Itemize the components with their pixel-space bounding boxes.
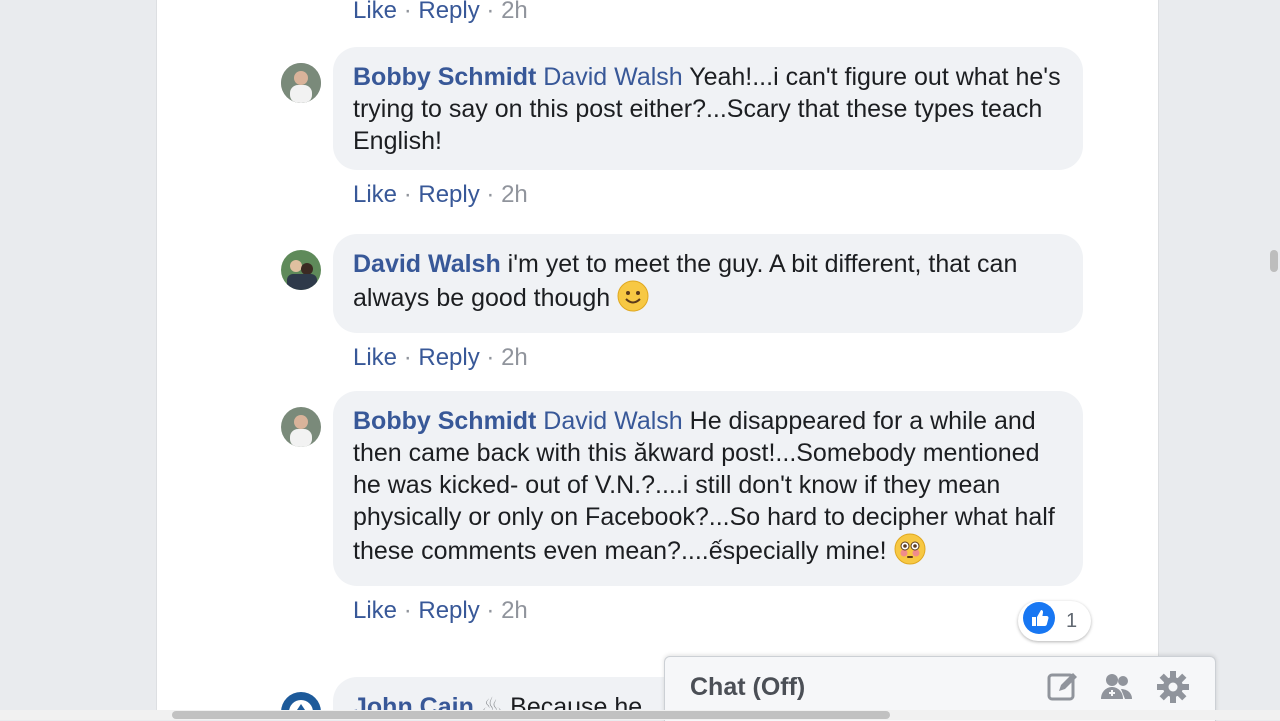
comment bbox=[281, 63, 321, 103]
separator: · bbox=[403, 181, 412, 208]
author-name[interactable]: Bobby Schmidt bbox=[353, 63, 536, 91]
timestamp[interactable]: 2h bbox=[501, 344, 528, 371]
chat-title[interactable]: Chat (Off) bbox=[690, 673, 805, 702]
reaction-count: 1 bbox=[1066, 609, 1078, 632]
reaction-summary[interactable]: 1 bbox=[1018, 601, 1092, 641]
reply-link[interactable]: Reply bbox=[418, 344, 479, 371]
tagged-user[interactable]: David Walsh bbox=[543, 407, 682, 435]
create-group-icon[interactable] bbox=[1099, 669, 1135, 705]
timestamp[interactable]: 2h bbox=[501, 181, 528, 208]
comment-bubble: Bobby Schmidt David Walsh He disappeared… bbox=[333, 391, 1083, 586]
comment-body: Bobby Schmidt David Walsh Yeah!...i can'… bbox=[333, 47, 1093, 212]
comment-actions: Like · Reply · 2h bbox=[353, 0, 528, 28]
separator: · bbox=[403, 344, 412, 371]
comment-actions: Like · Reply · 2h bbox=[333, 594, 1093, 628]
new-message-icon[interactable] bbox=[1045, 669, 1081, 705]
timestamp[interactable]: 2h bbox=[501, 0, 528, 24]
comment-bubble: David Walsh i'm yet to meet the guy. A b… bbox=[333, 234, 1083, 333]
like-link[interactable]: Like bbox=[353, 344, 397, 371]
comment bbox=[281, 250, 321, 290]
comment bbox=[281, 407, 321, 447]
author-name[interactable]: Bobby Schmidt bbox=[353, 407, 536, 435]
separator: · bbox=[486, 0, 495, 24]
avatar[interactable] bbox=[281, 407, 321, 447]
like-link[interactable]: Like bbox=[353, 181, 397, 208]
separator: · bbox=[403, 597, 412, 624]
comment-body: David Walsh i'm yet to meet the guy. A b… bbox=[333, 234, 1093, 375]
avatar[interactable] bbox=[281, 250, 321, 290]
reply-link[interactable]: Reply bbox=[418, 181, 479, 208]
separator: · bbox=[486, 344, 495, 371]
separator: · bbox=[486, 597, 495, 624]
reply-link[interactable]: Reply bbox=[418, 597, 479, 624]
comment-feed: Like · Reply · 2h Bobby Schmidt David Wa… bbox=[156, 0, 1159, 720]
like-reaction-icon bbox=[1022, 601, 1056, 641]
separator: · bbox=[403, 0, 412, 24]
timestamp[interactable]: 2h bbox=[501, 597, 528, 624]
settings-gear-icon[interactable] bbox=[1155, 669, 1191, 705]
smile-emoji-icon bbox=[617, 280, 649, 320]
reply-link[interactable]: Reply bbox=[418, 0, 479, 24]
comment-actions: Like · Reply · 2h bbox=[333, 178, 1093, 212]
tagged-user[interactable]: David Walsh bbox=[543, 63, 682, 91]
comment-bubble: Bobby Schmidt David Walsh Yeah!...i can'… bbox=[333, 47, 1083, 170]
separator: · bbox=[486, 181, 495, 208]
comment-actions: Like · Reply · 2h bbox=[333, 341, 1093, 375]
comment-body: Bobby Schmidt David Walsh He disappeared… bbox=[333, 391, 1093, 628]
like-link[interactable]: Like bbox=[353, 0, 397, 24]
flushed-emoji-icon bbox=[894, 533, 926, 573]
like-link[interactable]: Like bbox=[353, 597, 397, 624]
vertical-scrollbar-thumb[interactable] bbox=[1270, 250, 1278, 272]
avatar[interactable] bbox=[281, 63, 321, 103]
horizontal-scrollbar-thumb[interactable] bbox=[172, 711, 890, 719]
author-name[interactable]: David Walsh bbox=[353, 250, 501, 278]
